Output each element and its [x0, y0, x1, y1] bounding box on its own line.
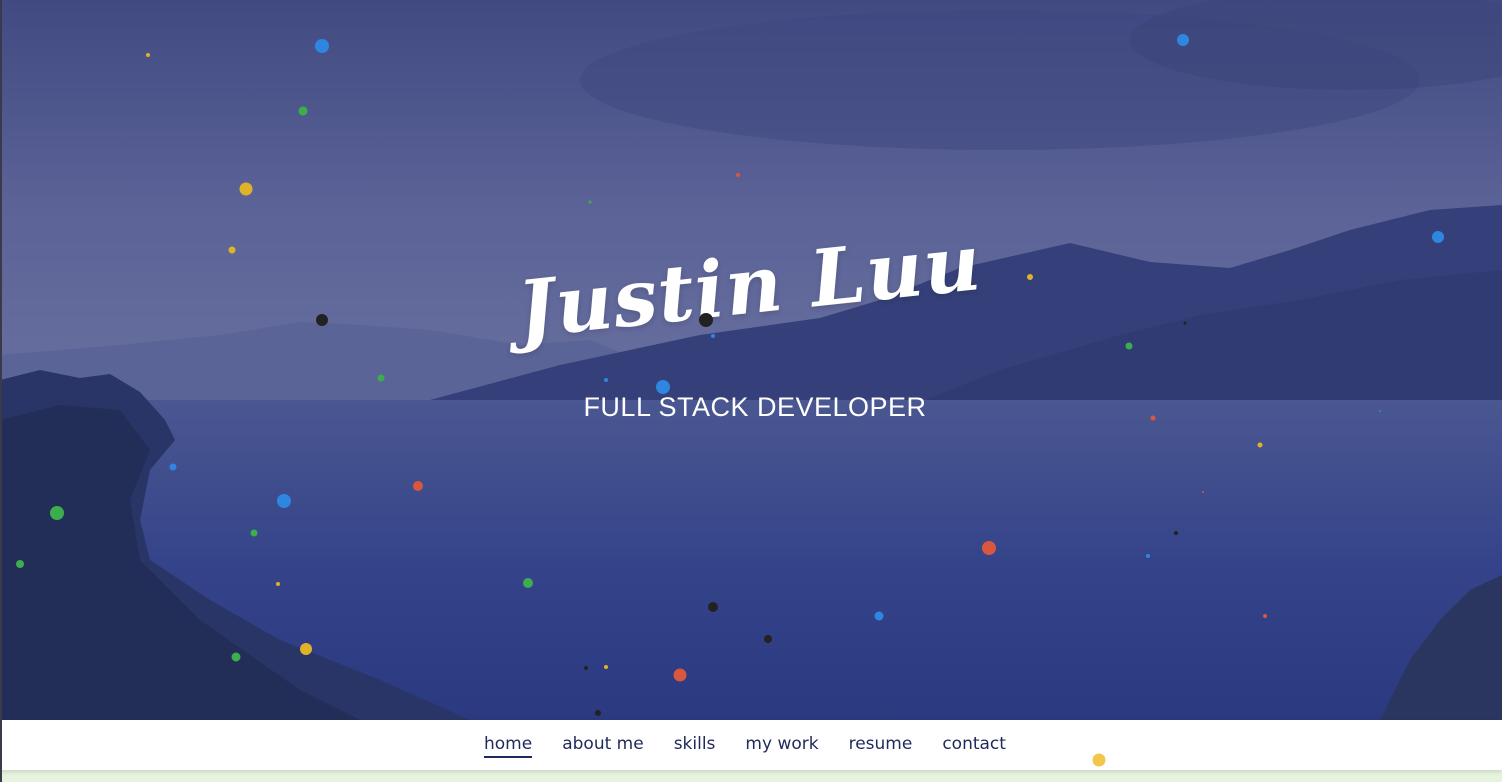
- navbar: home about me skills my work resume cont…: [0, 720, 1502, 770]
- nav-item-skills[interactable]: skills: [674, 734, 716, 758]
- nav-item-contact[interactable]: contact: [942, 734, 1006, 758]
- nav-item-about-me[interactable]: about me: [562, 734, 643, 758]
- window-edge: [0, 0, 2, 782]
- hero-subtitle: FULL STACK DEVELOPER: [583, 392, 927, 422]
- nav-item-my-work[interactable]: my work: [745, 734, 818, 758]
- nav-item-home[interactable]: home: [484, 734, 533, 758]
- nav-item-resume[interactable]: resume: [849, 734, 913, 758]
- nav-links: home about me skills my work resume cont…: [484, 734, 1006, 758]
- page: Justin Luu FULL STACK DEVELOPER home abo…: [0, 0, 1502, 782]
- hero-section: Justin Luu FULL STACK DEVELOPER: [0, 0, 1502, 720]
- next-section-edge: [0, 770, 1502, 782]
